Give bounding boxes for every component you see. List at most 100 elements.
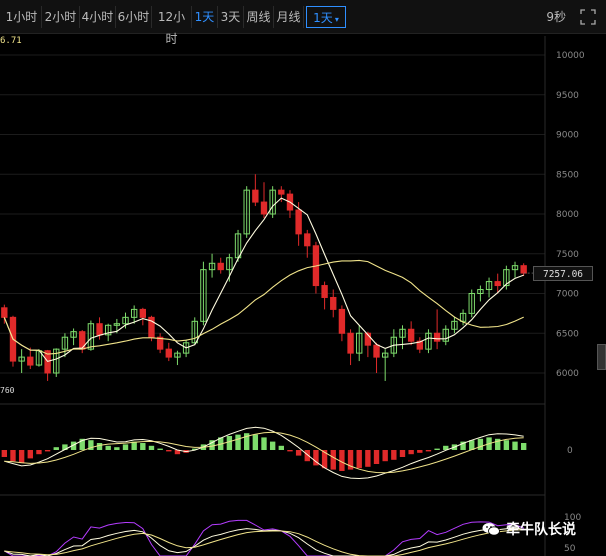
kdj-panel bbox=[4, 519, 524, 556]
chart-grid bbox=[0, 36, 546, 556]
candle-body bbox=[485, 281, 493, 291]
macd-bar bbox=[451, 444, 458, 450]
macd-bar bbox=[313, 450, 319, 466]
period-dropdown[interactable]: 1天 ▾ bbox=[306, 6, 346, 28]
macd-bar bbox=[192, 448, 198, 450]
wechat-icon bbox=[482, 523, 500, 536]
macd-bar bbox=[503, 440, 510, 450]
fullscreen-icon[interactable] bbox=[580, 9, 596, 25]
macd-bar bbox=[434, 448, 440, 450]
macd-bar bbox=[226, 436, 233, 450]
macd-bar bbox=[356, 450, 362, 469]
refresh-timer: 9秒 bbox=[546, 10, 566, 24]
macd-bar bbox=[477, 438, 484, 450]
kdj-line bbox=[4, 527, 524, 556]
macd-bar bbox=[520, 443, 527, 450]
price-tick-label: 10000 bbox=[556, 51, 585, 61]
tab-1d[interactable]: 1天 bbox=[192, 6, 218, 28]
candle-body bbox=[44, 350, 51, 374]
macd-bar bbox=[408, 450, 414, 455]
tab-12h[interactable]: 12小时 bbox=[152, 6, 192, 46]
candle-body bbox=[70, 331, 77, 338]
candle-body bbox=[122, 316, 129, 325]
candle-body bbox=[503, 269, 510, 287]
macd-bar bbox=[373, 450, 380, 464]
candle-body bbox=[174, 352, 181, 358]
candle-body bbox=[330, 296, 337, 310]
price-tick-label: 6000 bbox=[556, 369, 579, 379]
candle-body bbox=[217, 262, 224, 271]
macd-bar bbox=[44, 450, 51, 452]
macd-bar bbox=[218, 437, 224, 450]
ma-line bbox=[3, 259, 524, 355]
macd-bar bbox=[321, 450, 328, 469]
candle-body bbox=[260, 201, 268, 215]
kdj-tick-label: 50 bbox=[564, 544, 576, 554]
macd-bar bbox=[365, 450, 371, 467]
macd-bar bbox=[287, 450, 293, 452]
kline-chart[interactable]: 1000095009000850080007500700065006000010… bbox=[0, 0, 606, 556]
candles-layer bbox=[1, 174, 527, 381]
candle-body bbox=[381, 352, 389, 358]
candle-body bbox=[347, 332, 354, 354]
candle-body bbox=[96, 323, 103, 336]
macd-bar bbox=[304, 450, 310, 462]
candle-body bbox=[511, 265, 519, 271]
candle-body bbox=[364, 332, 372, 346]
tab-week[interactable]: 周线 bbox=[244, 6, 274, 28]
macd-bar bbox=[1, 450, 8, 457]
candle-body bbox=[399, 328, 406, 338]
macd-bar bbox=[18, 450, 25, 463]
macd-bar bbox=[269, 441, 276, 450]
watermark-text: 牵牛队长说 bbox=[506, 522, 576, 538]
macd-bar bbox=[10, 450, 16, 462]
macd-bar bbox=[382, 450, 388, 462]
tab-1h[interactable]: 1小时 bbox=[2, 6, 42, 28]
candle-body bbox=[312, 245, 320, 287]
price-tick-label: 8500 bbox=[556, 170, 579, 180]
candle-body bbox=[53, 348, 60, 374]
macd-bar bbox=[62, 444, 68, 450]
candle-body bbox=[425, 332, 432, 350]
candle-body bbox=[35, 350, 43, 366]
candle-body bbox=[520, 265, 527, 274]
ma-value-label: 6.71 bbox=[0, 36, 22, 46]
current-price-tag: 7257.06 bbox=[533, 266, 593, 281]
macd-bar bbox=[244, 433, 250, 450]
tab-2h[interactable]: 2小时 bbox=[42, 6, 80, 28]
macd-bar bbox=[53, 447, 59, 450]
tab-3d[interactable]: 3天 bbox=[218, 6, 244, 28]
candle-body bbox=[156, 336, 164, 350]
kdj-line bbox=[4, 519, 524, 556]
macd-bar bbox=[114, 447, 120, 450]
ma-line bbox=[3, 197, 524, 363]
macd-bar bbox=[339, 450, 345, 471]
price-axis: 1000095009000850080007500700065006000010… bbox=[556, 51, 585, 554]
candle-body bbox=[407, 328, 415, 342]
candle-body bbox=[113, 323, 121, 326]
macd-bar bbox=[417, 450, 423, 453]
macd-bar bbox=[486, 437, 492, 450]
tab-6h[interactable]: 6小时 bbox=[116, 6, 152, 28]
macd-bar bbox=[443, 445, 449, 450]
candle-body bbox=[304, 233, 311, 247]
candle-body bbox=[165, 348, 172, 358]
panel-resize-handle[interactable] bbox=[597, 344, 606, 370]
macd-line bbox=[4, 426, 524, 480]
candle-body bbox=[477, 289, 484, 294]
macd-bar bbox=[252, 434, 259, 450]
candle-body bbox=[234, 233, 242, 259]
price-tick-label: 6500 bbox=[556, 329, 579, 339]
macd-bar bbox=[131, 441, 137, 450]
candle-body bbox=[200, 269, 207, 322]
tab-4h[interactable]: 4小时 bbox=[80, 6, 116, 28]
price-tick-label: 9000 bbox=[556, 131, 579, 141]
macd-bar bbox=[425, 450, 432, 452]
candle-body bbox=[9, 316, 17, 362]
watermark: 牵牛队长说 bbox=[482, 518, 576, 540]
macd-bar bbox=[140, 443, 146, 450]
candle-body bbox=[321, 285, 328, 298]
kdj-line bbox=[4, 529, 524, 556]
candle-body bbox=[79, 331, 86, 350]
tab-month[interactable]: 月线 bbox=[274, 6, 304, 28]
